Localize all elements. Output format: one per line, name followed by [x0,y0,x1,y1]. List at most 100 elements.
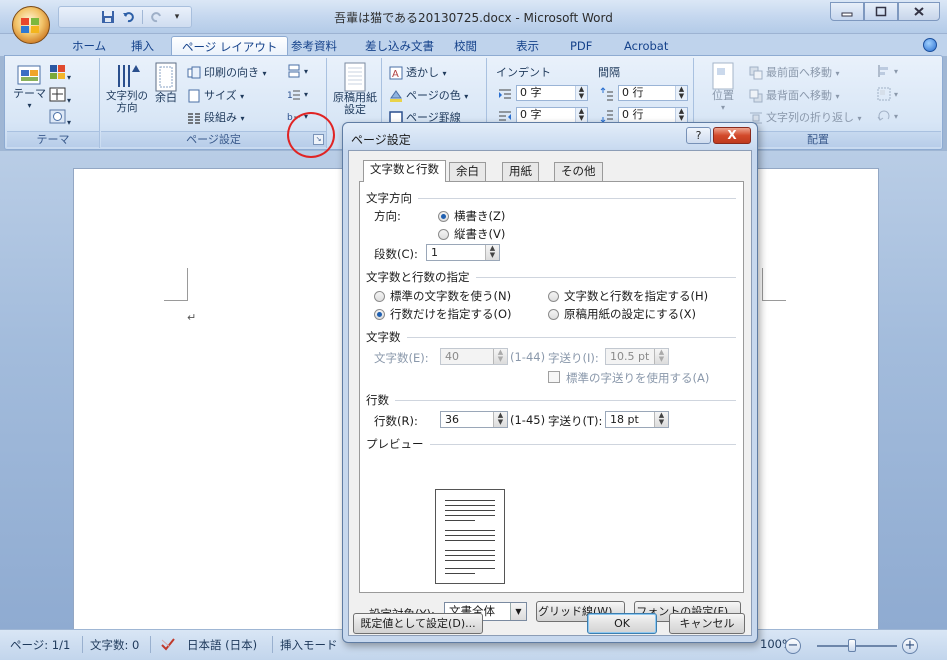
space-before-spinner[interactable]: ▲ ▼ [675,86,687,100]
tab-review[interactable]: 校閲 [444,36,487,56]
radio-standard-chars[interactable]: 標準の文字数を使う(N) [374,288,511,304]
close-window-button[interactable] [898,2,940,21]
radio-horizontal[interactable]: 横書き(Z) [438,208,505,224]
position-button[interactable]: 位置 ▾ [705,62,741,114]
lines-spinner[interactable]: ▲ ▼ [493,412,507,427]
columns-spinner[interactable]: ▲ ▼ [485,245,499,260]
radio-vertical[interactable]: 縦書き(V) [438,226,505,242]
status-insert-mode[interactable]: 挿入モード [280,637,338,653]
space-after-input[interactable]: 0 行 ▲ ▼ [618,107,688,123]
title-bar: ▾ 吾輩は猫である20130725.docx - Microsoft Word [0,0,947,44]
radio-manuscript[interactable]: 原稿用紙の設定にする(X) [548,306,696,322]
size-button[interactable]: サイズ ▾ [187,87,244,103]
rotate-button[interactable]: ▾ [877,109,898,123]
bring-front-button[interactable]: 最前面へ移動 ▾ [749,64,840,80]
tab-mailings[interactable]: 差し込み文書 [355,36,444,56]
tab-view[interactable]: 表示 [506,36,549,56]
breaks-button[interactable]: ▾ [287,64,308,78]
indent-right-value: 0 字 [520,108,542,121]
watermark-button[interactable]: A 透かし ▾ [389,64,447,80]
manuscript-button[interactable]: 原稿用紙設定 [332,62,378,116]
orientation-button[interactable]: 印刷の向き ▾ [187,64,267,80]
text-wrap-button[interactable]: 文字列の折り返し ▾ [749,109,862,125]
lines-pitch-value: 18 pt [610,413,639,426]
chars-input[interactable]: 40 ▲ ▼ [440,348,508,365]
tab-margins[interactable]: 余白 [449,162,486,181]
tab-acrobat[interactable]: Acrobat [614,36,678,56]
space-before-input[interactable]: 0 行 ▲ ▼ [618,85,688,101]
group-objects-button[interactable]: ▾ [877,87,898,101]
space-after-spinner[interactable]: ▲ ▼ [675,108,687,122]
lines-pitch-input[interactable]: 18 pt ▲ ▼ [605,411,669,428]
chars-spinner[interactable]: ▲ ▼ [493,349,507,364]
chars-pitch-spinner[interactable]: ▲ ▼ [654,349,668,364]
margins-label: 余白 [155,91,177,104]
tab-other[interactable]: その他 [554,162,603,181]
zoom-slider[interactable] [817,645,897,647]
theme-fonts-icon [49,87,66,102]
radio-standard-label: 標準の文字数を使う(N) [390,289,512,303]
theme-fonts-button[interactable]: ▾ [49,87,71,106]
preview-line [445,535,495,536]
page-color-label: ページの色 [406,89,461,102]
ribbon-tabs: ホーム 挿入 ページ レイアウト 参考資料 差し込み文書 校閲 表示 PDF A… [0,34,947,56]
chars-pitch-value: 10.5 pt [610,350,650,363]
tab-chars-lines[interactable]: 文字数と行数 [363,160,446,182]
tab-references[interactable]: 参考資料 [281,36,347,56]
chars-range: (1-44) [510,350,546,364]
tab-home[interactable]: ホーム [62,36,116,56]
maximize-button[interactable] [864,2,898,21]
tab-insert[interactable]: 挿入 [121,36,164,56]
radio-specify-both-dot [548,290,559,302]
radio-specify-both[interactable]: 文字数と行数を指定する(H) [548,288,708,304]
text-direction-button[interactable]: 文字列の方向 [105,62,149,114]
tab-paper[interactable]: 用紙 [502,162,539,181]
themes-icon [17,65,40,85]
page-color-button[interactable]: ページの色 ▾ [389,87,468,103]
use-default-pitch-checkbox[interactable] [548,371,560,383]
crop-mark-left-vertical [187,268,188,301]
line-numbers-button[interactable]: 1 ▾ [287,87,308,101]
paragraph-mark-icon: ↵ [187,311,197,324]
theme-colors-button[interactable]: ▾ [49,64,71,83]
chars-pitch-input[interactable]: 10.5 pt ▲ ▼ [605,348,669,365]
bring-front-label: 最前面へ移動 [766,66,832,79]
theme-colors-icon [50,65,65,79]
zoom-in-button[interactable]: + [902,638,918,654]
tab-page-layout[interactable]: ページ レイアウト [171,36,289,56]
line-numbers-icon: 1 [287,90,300,101]
set-as-default-button[interactable]: 既定値として設定(D)... [353,613,483,634]
proofing-icon[interactable] [160,637,176,654]
cancel-button[interactable]: キャンセル [669,613,745,634]
radio-lines-only[interactable]: 行数だけを指定する(O) [374,306,512,322]
status-words[interactable]: 文字数: 0 [90,637,139,653]
margins-button[interactable]: 余白 [151,62,181,104]
indent-right-spinner[interactable]: ▲ ▼ [575,108,587,122]
theme-effects-button[interactable]: ▾ [49,109,71,128]
lines-pitch-spinner[interactable]: ▲ ▼ [654,412,668,427]
status-language[interactable]: 日本語 (日本) [187,637,257,653]
radio-lines-only-dot [374,308,385,320]
text-direction-heading: 文字方向 [366,191,412,205]
zoom-slider-thumb[interactable] [848,639,856,652]
minimize-button[interactable] [830,2,864,21]
help-icon[interactable] [923,38,937,52]
lines-input[interactable]: 36 ▲ ▼ [440,411,508,428]
zoom-out-button[interactable]: − [785,638,801,654]
office-button[interactable] [12,6,50,44]
apply-to-dropdown-icon[interactable]: ▼ [510,603,526,620]
indent-right-input[interactable]: 0 字 ▲ ▼ [516,107,588,123]
send-back-button[interactable]: 最背面へ移動 ▾ [749,87,840,103]
tab-pdf[interactable]: PDF [560,36,602,56]
dialog-title-bar[interactable]: ページ設定 ? X [343,123,757,149]
columns-button[interactable]: 段組み ▾ [187,109,245,125]
dialog-help-button[interactable]: ? [686,127,711,144]
ok-button[interactable]: OK [587,613,657,634]
status-page[interactable]: ページ: 1/1 [10,637,70,653]
indent-left-input[interactable]: 0 字 ▲ ▼ [516,85,588,101]
align-button[interactable]: ▾ [877,64,898,78]
dialog-close-button[interactable]: X [713,127,751,144]
columns-input[interactable]: 1 ▲ ▼ [426,244,500,261]
indent-left-spinner[interactable]: ▲ ▼ [575,86,587,100]
themes-button[interactable]: テーマ ▾ [13,64,46,112]
